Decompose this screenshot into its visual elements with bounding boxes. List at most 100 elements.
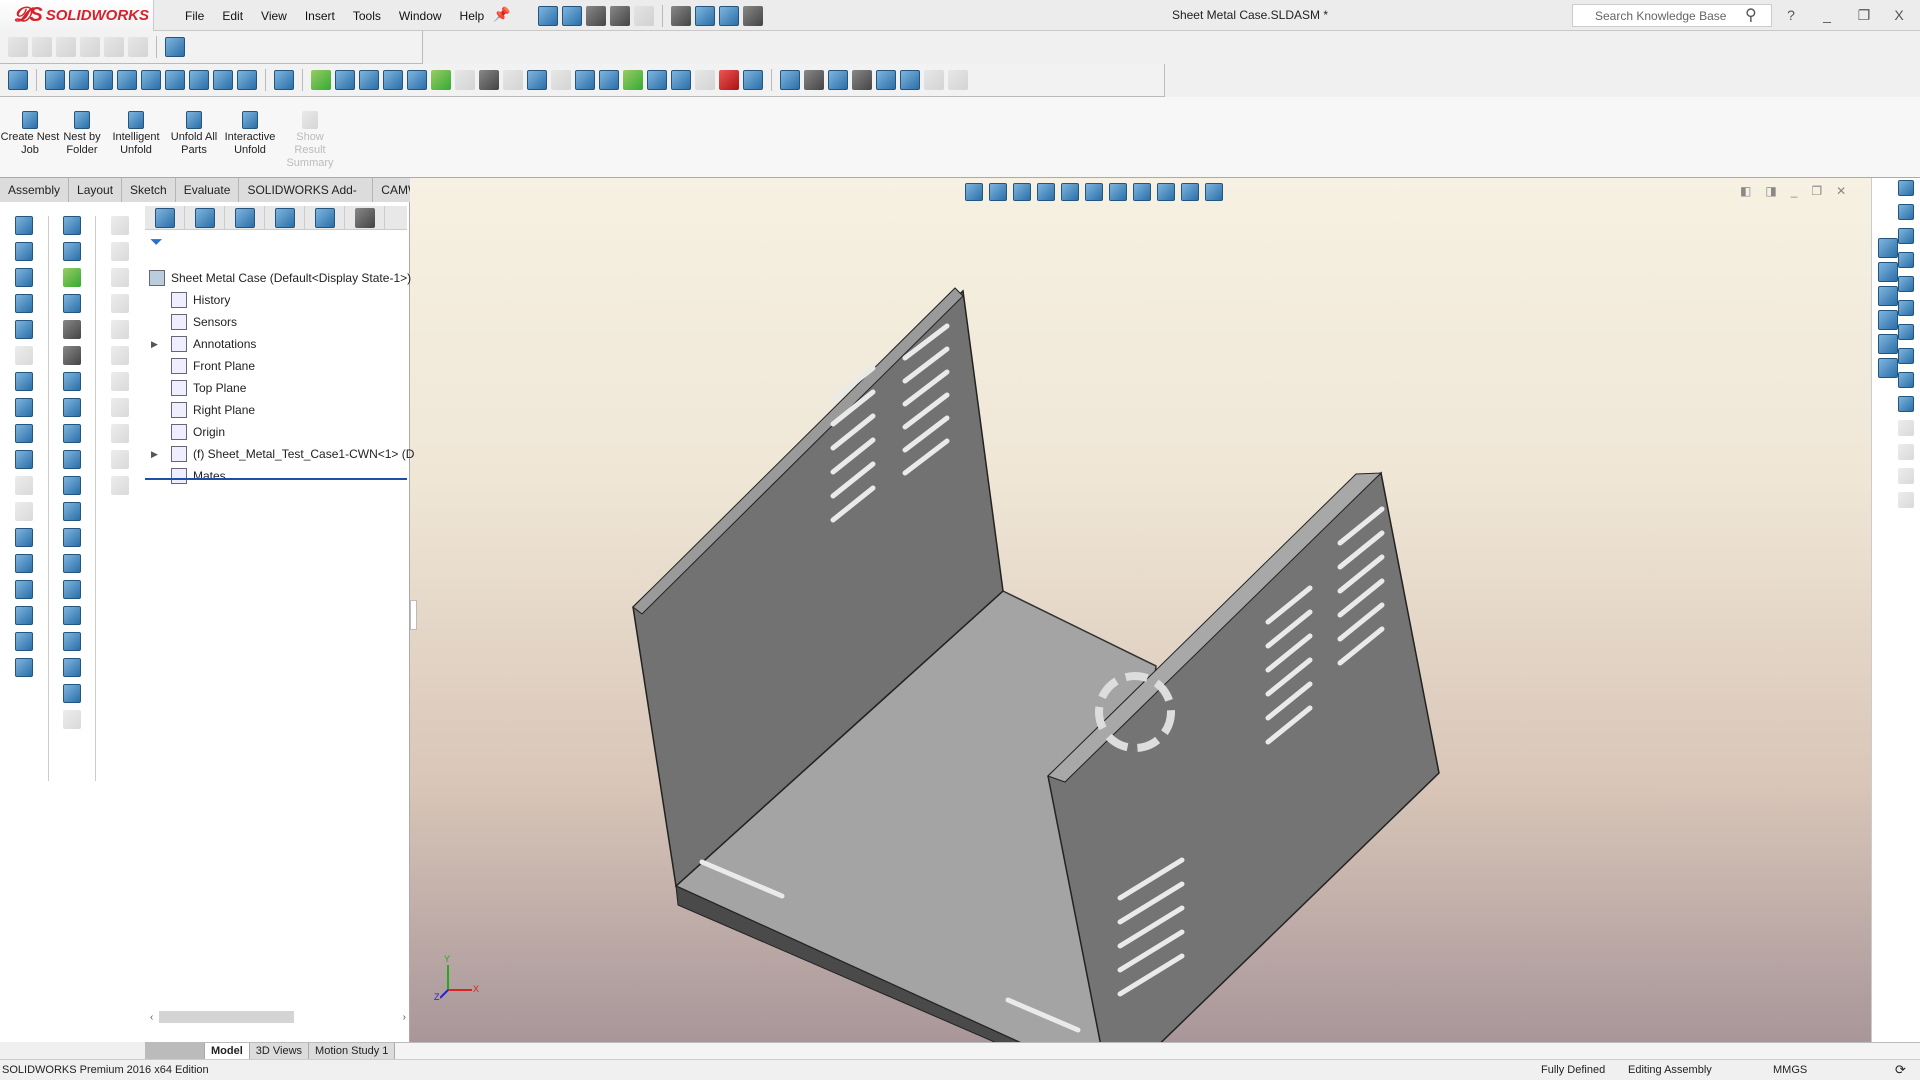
update-icon[interactable] [15, 554, 33, 573]
dimetric-icon[interactable] [237, 70, 257, 90]
search-icon[interactable]: ⚲ [1745, 5, 1757, 25]
tangent-edges-icon[interactable] [8, 37, 28, 57]
front-view-icon[interactable] [45, 70, 65, 90]
right-view-icon[interactable] [117, 70, 137, 90]
open-icon[interactable] [562, 6, 582, 26]
spell-checker-icon[interactable] [63, 268, 81, 287]
auto-balloon-icon[interactable] [63, 398, 81, 417]
mate-icon[interactable] [599, 70, 619, 90]
sum-icon[interactable] [479, 70, 499, 90]
select-tool-icon[interactable] [1898, 180, 1914, 196]
restore-button[interactable]: ❐ [1853, 4, 1875, 26]
surface-finish-icon[interactable] [63, 424, 81, 443]
file-properties-icon[interactable] [719, 6, 739, 26]
command-intelligent-unfold[interactable]: Intelligent Unfold [106, 111, 166, 157]
draft-icon[interactable] [111, 320, 129, 339]
spell-check-icon[interactable] [311, 70, 331, 90]
sheet-metal-case-model[interactable] [410, 178, 1871, 1042]
units-selector[interactable]: MMGS [1773, 1060, 1807, 1080]
bottom-view-icon[interactable] [165, 70, 185, 90]
rebuild-icon[interactable] [695, 6, 715, 26]
select-icon[interactable] [671, 6, 691, 26]
reference-plane-icon[interactable] [111, 424, 129, 443]
tick-icon[interactable] [695, 70, 715, 90]
circle-icon[interactable] [1898, 324, 1914, 340]
expand-arrow-icon[interactable]: ▶ [151, 339, 158, 350]
trim-icon[interactable] [1898, 420, 1914, 436]
offset-icon[interactable] [1898, 444, 1914, 460]
menu-tools[interactable]: Tools [344, 9, 390, 23]
pencil-icon[interactable] [56, 37, 76, 57]
minimize-button[interactable]: _ [1816, 4, 1838, 26]
instant3d-icon[interactable] [111, 476, 129, 495]
mate-icon[interactable] [15, 242, 33, 261]
menu-file[interactable]: File [176, 9, 213, 23]
normal-to-icon[interactable] [8, 70, 28, 90]
add-disabled-icon[interactable] [924, 70, 944, 90]
smart-dimension-icon[interactable] [780, 70, 800, 90]
tab-navigation-arrows[interactable] [145, 1043, 205, 1059]
scrollbar-thumb[interactable] [159, 1011, 295, 1023]
mass-properties-icon[interactable] [359, 70, 379, 90]
polygon-icon[interactable] [1898, 348, 1914, 364]
undo-icon[interactable] [634, 6, 654, 26]
command-show-result-summary[interactable]: Show Result Summary [280, 111, 340, 170]
mirror-icon[interactable] [527, 70, 547, 90]
large-assembly-icon[interactable] [15, 632, 33, 651]
globe-icon[interactable] [743, 70, 763, 90]
reference-geometry-icon[interactable] [15, 398, 33, 417]
arc-icon[interactable] [1898, 228, 1914, 244]
tab-solidworks-add-ins[interactable]: SOLIDWORKS Add-Ins [239, 178, 374, 221]
list-icon[interactable] [80, 37, 100, 57]
move-component-icon[interactable] [15, 320, 33, 339]
options-icon[interactable] [743, 6, 763, 26]
component-pattern-icon[interactable] [15, 268, 33, 287]
table-icon[interactable] [104, 37, 124, 57]
bottom-tab-3d-views[interactable]: 3D Views [249, 1043, 310, 1059]
tree-item-annotations[interactable]: ▶ Annotations [151, 334, 256, 354]
rollback-bar[interactable] [145, 478, 407, 480]
curves-icon[interactable] [111, 450, 129, 469]
exploded-view-icon[interactable] [15, 476, 33, 495]
tree-item-mates[interactable]: Mates [171, 466, 226, 486]
custom-properties-icon[interactable] [1878, 358, 1898, 378]
bottom-tab-model[interactable]: Model [205, 1043, 250, 1059]
rebuild-status-icon[interactable]: ⟳ [1895, 1060, 1906, 1080]
spline-icon[interactable] [1898, 252, 1914, 268]
show-hidden-icon[interactable] [15, 346, 33, 365]
interference-icon[interactable] [647, 70, 667, 90]
tab-assembly[interactable]: Assembly [0, 178, 70, 202]
hole-icon[interactable] [671, 70, 691, 90]
bill-of-materials-icon[interactable] [15, 450, 33, 469]
save-icon[interactable] [586, 6, 606, 26]
smart-fasteners-icon[interactable] [15, 294, 33, 313]
solidworks-resources-icon[interactable] [1878, 238, 1898, 258]
gtol-icon[interactable] [63, 476, 81, 495]
explode-icon[interactable] [551, 70, 571, 90]
file-explorer-icon[interactable] [1878, 286, 1898, 306]
tree-item-front-plane[interactable]: Front Plane [171, 356, 255, 376]
stack-icon[interactable] [900, 70, 920, 90]
close-button[interactable]: X [1888, 4, 1910, 26]
back-view-icon[interactable] [69, 70, 89, 90]
align-icon[interactable] [128, 37, 148, 57]
centerline-icon[interactable] [63, 684, 81, 703]
mirror-icon[interactable] [1898, 468, 1914, 484]
tab-evaluate[interactable]: Evaluate [175, 178, 240, 202]
menu-window[interactable]: Window [390, 9, 451, 23]
datum-target-icon[interactable] [63, 528, 81, 547]
rectangle-icon[interactable] [1898, 276, 1914, 292]
block-icon[interactable] [63, 632, 81, 651]
explode-line-icon[interactable] [15, 502, 33, 521]
speedpak-icon[interactable] [15, 580, 33, 599]
search-input[interactable]: Search Knowledge Base [1572, 4, 1772, 27]
hole-callout-icon[interactable] [63, 554, 81, 573]
trimetric-icon[interactable] [213, 70, 233, 90]
weld-symbol-icon[interactable] [63, 450, 81, 469]
instant3d-icon[interactable] [15, 528, 33, 547]
hole-wizard-icon[interactable] [111, 372, 129, 391]
area-hatch-icon[interactable] [63, 606, 81, 625]
menu-insert[interactable]: Insert [296, 9, 344, 23]
tab-layout[interactable]: Layout [69, 178, 123, 202]
cosmetic-icon[interactable] [15, 658, 33, 677]
